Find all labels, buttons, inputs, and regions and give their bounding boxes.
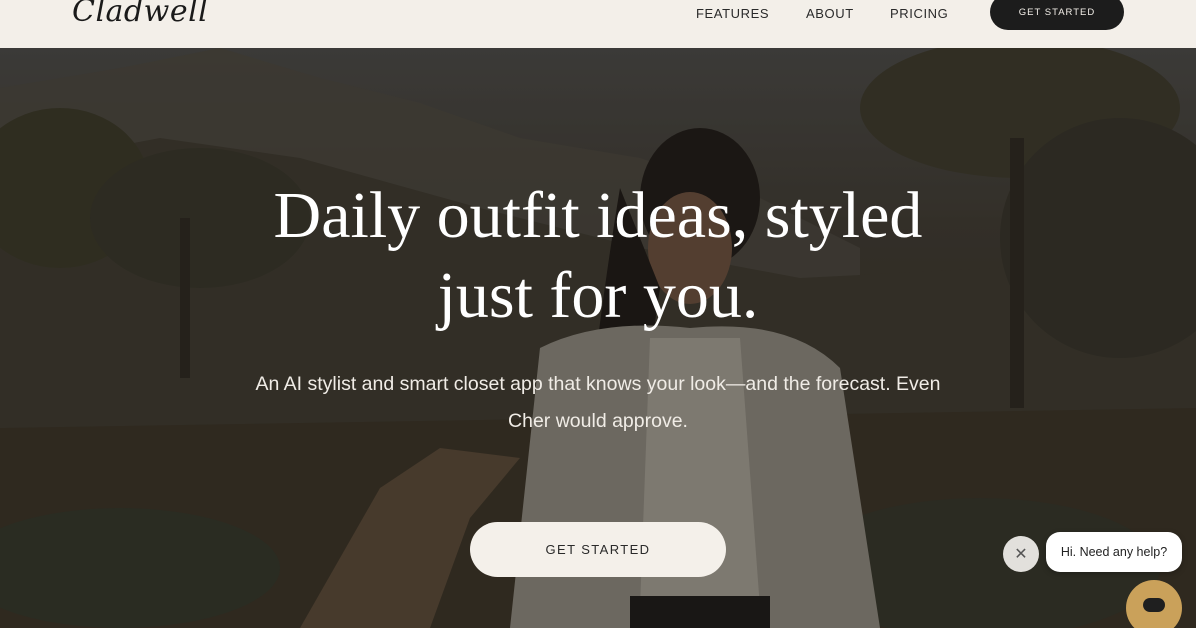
hero-headline: Daily outfit ideas, styled just for you.	[0, 176, 1196, 336]
nav-about-link[interactable]: ABOUT	[806, 6, 854, 21]
hero-subtext: An AI stylist and smart closet app that …	[178, 366, 1018, 440]
nav-pricing-link[interactable]: PRICING	[890, 6, 948, 21]
header-get-started-button[interactable]: GET STARTED	[990, 0, 1124, 30]
nav-features-link[interactable]: FEATURES	[696, 6, 769, 21]
chat-launcher-button[interactable]	[1126, 580, 1182, 628]
chat-bubble-icon	[1143, 598, 1165, 612]
hero-headline-line1: Daily outfit ideas, styled	[273, 179, 923, 252]
chat-help-bubble[interactable]: Hi. Need any help?	[1046, 532, 1182, 572]
hero-get-started-button[interactable]: GET STARTED	[470, 522, 726, 577]
site-header: Cladwell FEATURES ABOUT PRICING GET STAR…	[0, 0, 1196, 48]
hero-subtext-line1: An AI stylist and smart closet app that …	[255, 373, 941, 395]
cladwell-logo[interactable]: Cladwell	[72, 0, 208, 29]
chat-close-icon[interactable]: ✕	[1003, 536, 1039, 572]
hero-headline-line2: just for you.	[437, 259, 759, 332]
hero-subtext-line2: Cher would approve.	[508, 410, 688, 432]
